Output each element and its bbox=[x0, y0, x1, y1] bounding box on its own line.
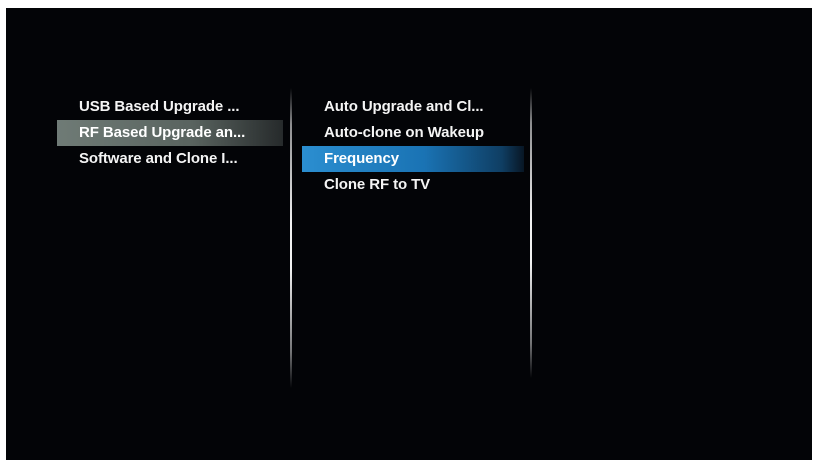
menu-item-rf-based-upgrade[interactable]: RF Based Upgrade an... bbox=[57, 120, 283, 146]
menu-item-label: Software and Clone I... bbox=[79, 150, 238, 167]
column-divider-left bbox=[290, 88, 292, 388]
menu-item-auto-clone-on-wakeup[interactable]: Auto-clone on Wakeup bbox=[302, 120, 524, 146]
menu-item-auto-upgrade-and-clone[interactable]: Auto Upgrade and Cl... bbox=[302, 94, 524, 120]
menu-item-label: RF Based Upgrade an... bbox=[79, 124, 246, 141]
menu-item-software-and-clone-info[interactable]: Software and Clone I... bbox=[57, 146, 283, 172]
column-divider-right bbox=[530, 88, 532, 378]
menu-item-label: Clone RF to TV bbox=[324, 176, 431, 193]
menu-item-label: USB Based Upgrade ... bbox=[79, 98, 240, 115]
tv-screen: USB Based Upgrade ... RF Based Upgrade a… bbox=[6, 8, 812, 460]
menu-item-frequency[interactable]: Frequency bbox=[302, 146, 524, 172]
menu-item-clone-rf-to-tv[interactable]: Clone RF to TV bbox=[302, 172, 524, 198]
menu-item-usb-based-upgrade[interactable]: USB Based Upgrade ... bbox=[57, 94, 283, 120]
menu-item-label: Auto Upgrade and Cl... bbox=[324, 98, 484, 115]
menu-item-label: Auto-clone on Wakeup bbox=[324, 124, 484, 141]
menu-item-label: Frequency bbox=[324, 150, 399, 167]
menu-column-left: USB Based Upgrade ... RF Based Upgrade a… bbox=[57, 94, 283, 172]
menu-column-middle: Auto Upgrade and Cl... Auto-clone on Wak… bbox=[302, 94, 524, 198]
